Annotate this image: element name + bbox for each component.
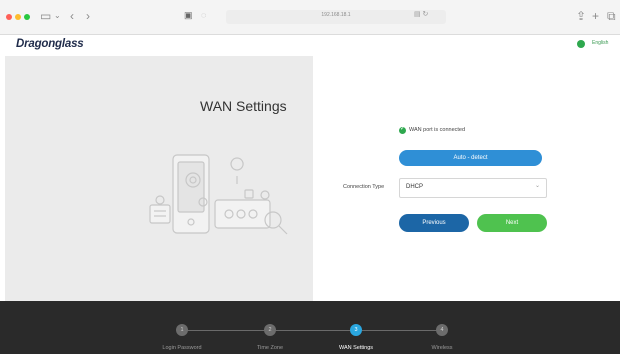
- language-selector[interactable]: English: [592, 40, 608, 46]
- minimize-window-button[interactable]: [15, 14, 21, 20]
- step-2-indicator: 2: [264, 324, 276, 336]
- setup-stepper: [0, 301, 620, 354]
- sidebar-icon[interactable]: ▭: [40, 9, 51, 23]
- address-bar[interactable]: 192.168.18.1: [226, 10, 446, 24]
- lock-icon: ▣: [184, 10, 193, 20]
- step-connector: [182, 330, 266, 331]
- globe-icon[interactable]: [577, 40, 585, 48]
- brand-logo: Dragonglass: [16, 38, 84, 50]
- close-window-button[interactable]: [6, 14, 12, 20]
- app-header: Dragonglass English: [0, 35, 620, 53]
- step-connector: [272, 330, 352, 331]
- wan-status-text: WAN port is connected: [409, 127, 466, 133]
- step-4-label: Wireless: [431, 345, 453, 351]
- router-illustration-icon: [149, 154, 288, 235]
- back-icon[interactable]: ‹: [70, 9, 74, 23]
- next-button[interactable]: Next: [477, 214, 547, 232]
- browser-toolbar: ▭ ⌄ ‹ › ▣ ◌ 192.168.18.1 ▤ ↻ ⇪ + ⧉: [0, 0, 620, 35]
- check-icon: [399, 125, 406, 134]
- connection-type-select[interactable]: DHCP ⌄: [399, 178, 547, 198]
- sidebar-chevron-icon[interactable]: ⌄: [54, 9, 61, 23]
- zoom-window-button[interactable]: [24, 14, 30, 20]
- step-1-indicator: 1: [176, 324, 188, 336]
- tabs-icon[interactable]: ⧉: [607, 9, 616, 23]
- step-2-label: Time Zone: [256, 345, 284, 351]
- connection-type-value: DHCP: [406, 184, 424, 190]
- new-tab-icon[interactable]: +: [592, 9, 599, 23]
- address-text: 192.168.18.1: [321, 12, 351, 18]
- shield-icon[interactable]: ◌: [201, 10, 206, 20]
- step-1-label: Login Password: [162, 345, 202, 351]
- share-icon[interactable]: ⇪: [576, 9, 586, 23]
- step-3-label: WAN Settings: [338, 345, 374, 351]
- chevron-down-icon: ⌄: [535, 183, 541, 189]
- page-title: WAN Settings: [200, 98, 287, 114]
- step-connector: [362, 330, 438, 331]
- step-4-indicator: 4: [436, 324, 448, 336]
- reader-icon[interactable]: ▤ ↻: [414, 10, 428, 18]
- forward-icon[interactable]: ›: [86, 9, 90, 23]
- step-3-indicator: 3: [350, 324, 362, 336]
- previous-button[interactable]: Previous: [399, 214, 469, 232]
- connection-type-label: Connection Type: [343, 184, 385, 190]
- auto-detect-button[interactable]: Auto - detect: [399, 150, 542, 166]
